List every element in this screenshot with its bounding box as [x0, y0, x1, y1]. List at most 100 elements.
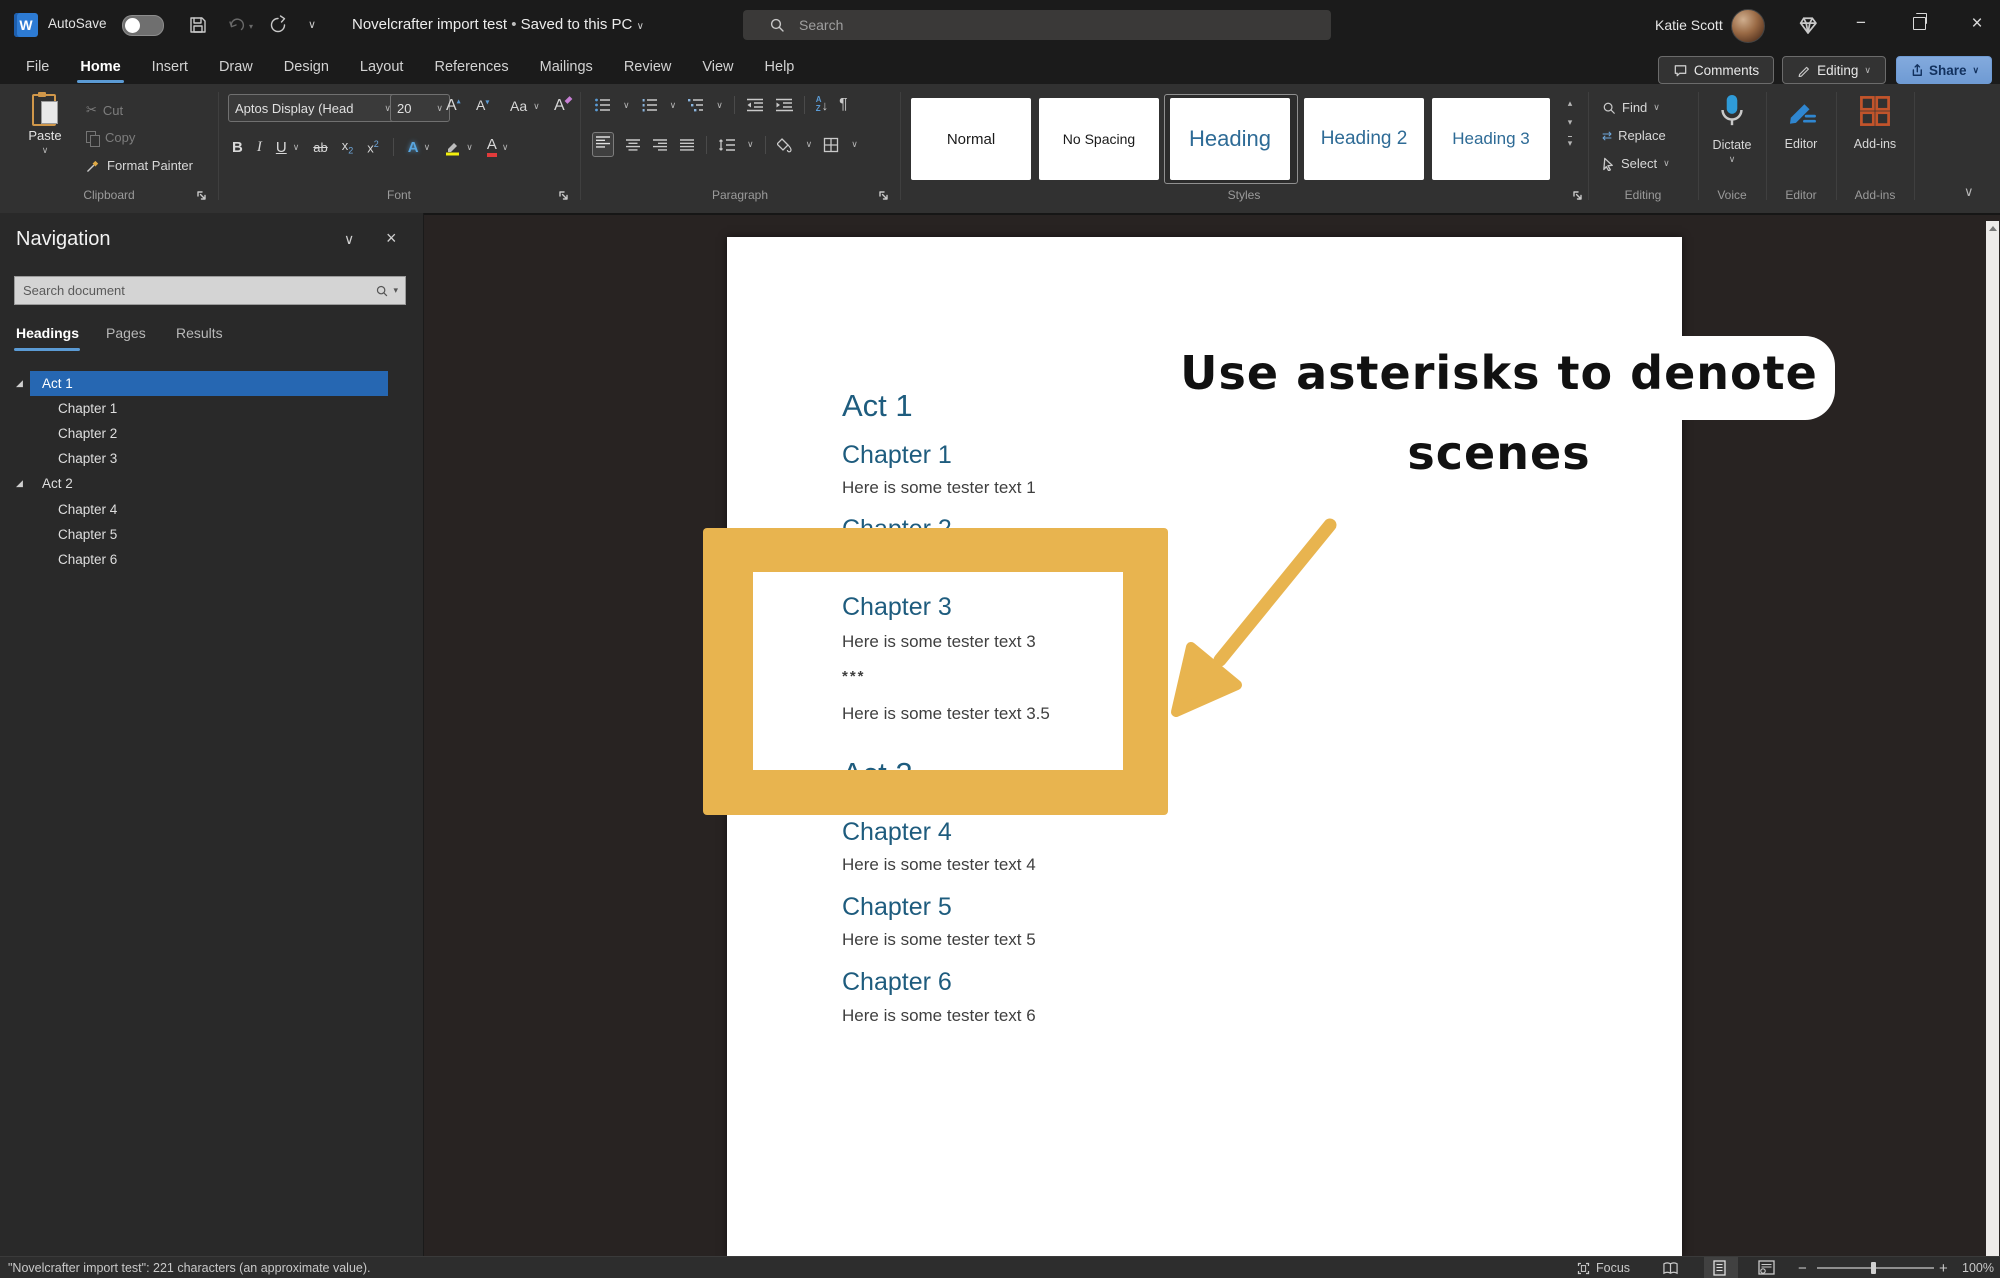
- tree-item-act2[interactable]: ◢ Act 2: [0, 471, 423, 496]
- strikethrough-button[interactable]: ab: [313, 141, 327, 154]
- style-normal[interactable]: Normal: [911, 98, 1031, 180]
- tree-item-chapter2[interactable]: Chapter 2: [0, 421, 423, 446]
- font-family-select[interactable]: Aptos Display (Head ∨: [228, 94, 398, 122]
- navigation-close-icon[interactable]: ×: [386, 228, 397, 249]
- tree-item-chapter4[interactable]: Chapter 4: [0, 497, 423, 522]
- multilevel-list-icon[interactable]: [687, 97, 705, 113]
- shrink-font-button[interactable]: A▾: [476, 97, 489, 113]
- save-icon[interactable]: [188, 15, 208, 35]
- numbered-chevron-icon[interactable]: ∨: [670, 100, 677, 110]
- zoom-percentage[interactable]: 100%: [1962, 1257, 1994, 1278]
- tree-expand-icon[interactable]: ◢: [16, 478, 23, 489]
- scroll-up-icon[interactable]: [1989, 226, 1997, 231]
- collapse-ribbon-icon[interactable]: ∨: [1964, 184, 1974, 200]
- underline-button[interactable]: U: [276, 140, 287, 155]
- bold-button[interactable]: B: [232, 140, 243, 155]
- shading-chevron-icon[interactable]: ∨: [806, 140, 813, 149]
- focus-button[interactable]: Focus: [1576, 1257, 1630, 1278]
- share-button[interactable]: Share ∨: [1896, 56, 1992, 84]
- read-mode-button[interactable]: [1662, 1257, 1679, 1278]
- style-heading[interactable]: Heading: [1170, 98, 1290, 180]
- tree-item-chapter6[interactable]: Chapter 6: [0, 547, 423, 572]
- pilcrow-button[interactable]: ¶: [839, 96, 848, 114]
- doc-heading-chapter5[interactable]: Chapter 5: [842, 893, 952, 922]
- tree-item-chapter3[interactable]: Chapter 3: [0, 446, 423, 471]
- doc-text-6[interactable]: Here is some tester text 6: [842, 1006, 1036, 1026]
- cut-button[interactable]: ✂ Cut: [86, 102, 123, 118]
- line-spacing-button[interactable]: [718, 137, 736, 153]
- font-size-select[interactable]: 20 ∨: [390, 94, 450, 122]
- minimize-button[interactable]: −: [1847, 13, 1875, 33]
- tab-headings[interactable]: Headings: [16, 325, 79, 341]
- paragraph-dialog-launcher-icon[interactable]: [878, 190, 889, 201]
- tab-mailings[interactable]: Mailings: [540, 59, 593, 75]
- decrease-indent-icon[interactable]: [746, 97, 764, 113]
- tab-file[interactable]: File: [26, 59, 49, 75]
- tab-help[interactable]: Help: [765, 59, 795, 75]
- text-effects-button[interactable]: A: [408, 140, 419, 155]
- align-right-button[interactable]: [652, 138, 668, 152]
- tree-item-chapter1[interactable]: Chapter 1: [0, 396, 423, 421]
- tab-review[interactable]: Review: [624, 59, 672, 75]
- text-effects-chevron-icon[interactable]: ∨: [424, 142, 431, 152]
- doc-text-4[interactable]: Here is some tester text 4: [842, 855, 1036, 875]
- tab-home[interactable]: Home: [77, 59, 124, 83]
- zoom-out-button[interactable]: −: [1798, 1257, 1807, 1278]
- navigation-search-box[interactable]: ▾: [14, 276, 406, 305]
- tab-layout[interactable]: Layout: [360, 59, 404, 75]
- italic-button[interactable]: I: [257, 139, 262, 155]
- autosave-toggle[interactable]: [122, 15, 164, 36]
- superscript-button[interactable]: x2: [367, 139, 379, 154]
- tree-expand-icon[interactable]: ◢: [16, 378, 23, 389]
- doc-text-5[interactable]: Here is some tester text 5: [842, 930, 1036, 950]
- copy-button[interactable]: Copy: [86, 130, 135, 147]
- vertical-scrollbar[interactable]: [1986, 221, 1999, 1256]
- doc-heading-chapter4[interactable]: Chapter 4: [842, 818, 952, 847]
- avatar[interactable]: [1731, 9, 1765, 43]
- doc-heading-chapter6[interactable]: Chapter 6: [842, 968, 952, 997]
- editor-button[interactable]: Editor: [1766, 94, 1836, 151]
- align-center-button[interactable]: [625, 138, 641, 152]
- navigation-search-icon[interactable]: [375, 284, 389, 298]
- navigation-search-chevron-icon[interactable]: ▾: [393, 285, 398, 296]
- tree-item-act1[interactable]: ◢ Act 1: [0, 371, 423, 396]
- format-painter-button[interactable]: Format Painter: [86, 158, 193, 173]
- highlight-button[interactable]: [444, 139, 461, 156]
- redo-icon[interactable]: [268, 15, 288, 35]
- styles-gallery-more-icon[interactable]: ▾: [1567, 136, 1573, 149]
- document-title[interactable]: Novelcrafter import test • Saved to this…: [352, 16, 644, 33]
- tab-references[interactable]: References: [434, 59, 508, 75]
- quick-access-chevron-icon[interactable]: ∨: [308, 18, 316, 31]
- highlight-chevron-icon[interactable]: ∨: [466, 142, 473, 152]
- tab-design[interactable]: Design: [284, 59, 329, 75]
- tab-view[interactable]: View: [702, 59, 733, 75]
- navigation-search-input[interactable]: [15, 282, 376, 299]
- font-dialog-launcher-icon[interactable]: [558, 190, 569, 201]
- restore-button[interactable]: [1913, 13, 1927, 30]
- sort-button[interactable]: A Z ↓: [816, 95, 828, 114]
- bullet-chevron-icon[interactable]: ∨: [623, 100, 630, 110]
- navigation-collapse-icon[interactable]: ∨: [344, 231, 354, 248]
- style-no-spacing[interactable]: No Spacing: [1039, 98, 1159, 180]
- borders-chevron-icon[interactable]: ∨: [851, 140, 858, 149]
- bullet-list-icon[interactable]: [594, 97, 612, 113]
- grow-font-button[interactable]: A▴: [446, 97, 461, 115]
- font-color-chevron-icon[interactable]: ∨: [502, 142, 509, 152]
- comments-button[interactable]: Comments: [1658, 56, 1774, 84]
- styles-scroll-down-icon[interactable]: ▾: [1568, 117, 1573, 128]
- align-left-button[interactable]: [592, 132, 614, 157]
- undo-icon[interactable]: [226, 15, 246, 35]
- zoom-in-button[interactable]: +: [1939, 1257, 1948, 1278]
- web-layout-button[interactable]: [1758, 1257, 1775, 1278]
- borders-button[interactable]: [823, 137, 840, 153]
- style-heading3[interactable]: Heading 3: [1432, 98, 1550, 180]
- font-color-button[interactable]: A: [486, 137, 497, 157]
- paste-button[interactable]: Paste ∨: [20, 92, 70, 155]
- subscript-button[interactable]: x2: [342, 139, 354, 156]
- editing-mode-button[interactable]: Editing ∨: [1782, 56, 1886, 84]
- tab-pages[interactable]: Pages: [106, 325, 146, 341]
- search-input[interactable]: [797, 16, 1221, 34]
- tab-draw[interactable]: Draw: [219, 59, 253, 75]
- close-button[interactable]: ×: [1963, 13, 1991, 35]
- tab-results[interactable]: Results: [176, 325, 223, 341]
